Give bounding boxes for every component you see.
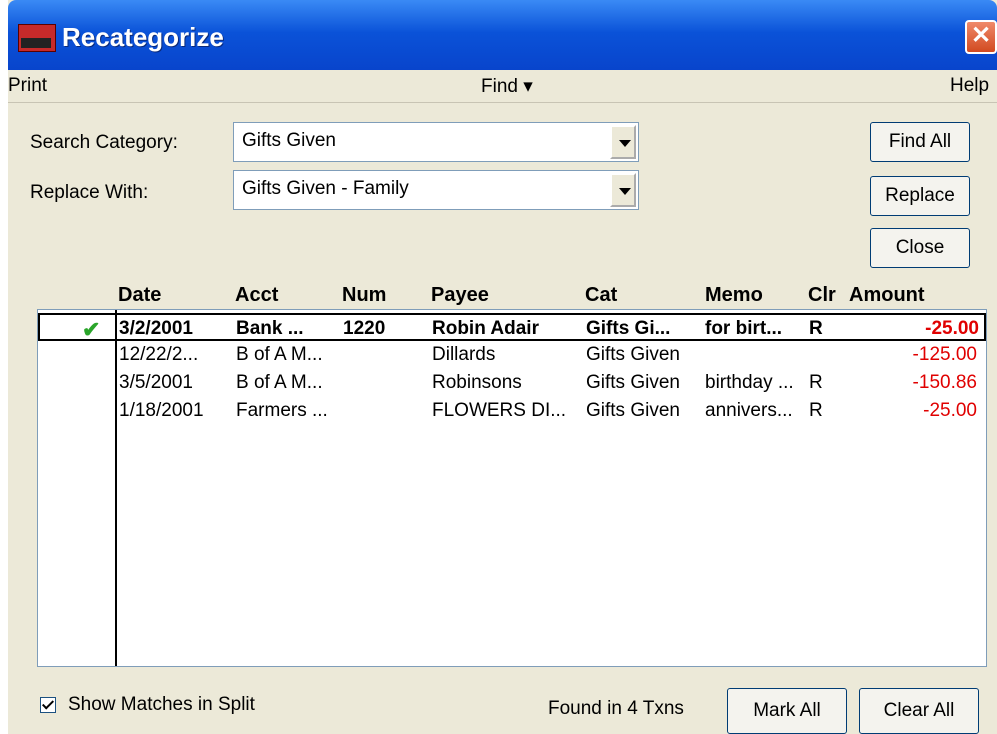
cell-clr: R — [809, 400, 823, 421]
column-payee[interactable]: Payee — [431, 284, 489, 307]
column-clr[interactable]: Clr — [808, 284, 836, 307]
cell-amount: -25.00 — [925, 318, 979, 339]
cell-clr: R — [809, 372, 823, 393]
column-date[interactable]: Date — [118, 284, 161, 307]
column-cat[interactable]: Cat — [585, 284, 617, 307]
clear-all-button[interactable]: Clear All — [859, 688, 979, 734]
cell-cat: Gifts Gi... — [586, 318, 671, 339]
replace-with-label: Replace With: — [30, 182, 149, 203]
cell-amount: -25.00 — [923, 400, 977, 421]
find-all-button[interactable]: Find All — [870, 122, 970, 162]
menu-bar: Print Find ▾ Help — [8, 70, 997, 103]
app-icon — [18, 24, 56, 52]
close-button[interactable]: Close — [870, 228, 970, 268]
cell-cat: Gifts Given — [586, 372, 680, 393]
cell-date: 3/2/2001 — [119, 318, 193, 339]
cell-acct: B of A M... — [236, 344, 323, 365]
column-acct[interactable]: Acct — [235, 284, 278, 307]
table-row[interactable]: 1/18/2001 Farmers ... FLOWERS DI... Gift… — [38, 397, 986, 425]
cell-acct: B of A M... — [236, 372, 323, 393]
cell-num: 1220 — [343, 318, 386, 339]
chevron-down-icon[interactable] — [610, 173, 636, 207]
column-memo[interactable]: Memo — [705, 284, 763, 307]
window-title: Recategorize — [62, 22, 224, 52]
cell-acct: Bank ... — [236, 318, 304, 339]
show-matches-checkbox[interactable] — [40, 697, 56, 713]
table-row[interactable]: ✔ 3/2/2001 Bank ... 1220 Robin Adair Gif… — [38, 313, 986, 343]
mark-all-button[interactable]: Mark All — [727, 688, 847, 734]
cell-cat: Gifts Given — [586, 344, 680, 365]
table-row[interactable]: 3/5/2001 B of A M... Robinsons Gifts Giv… — [38, 369, 986, 397]
menu-print[interactable]: Print — [8, 75, 47, 97]
search-category-value: Gifts Given — [242, 130, 336, 151]
check-icon[interactable]: ✔ — [82, 317, 100, 343]
cell-memo: annivers... — [705, 400, 793, 421]
cell-cat: Gifts Given — [586, 400, 680, 421]
cell-clr: R — [809, 318, 823, 339]
cell-date: 12/22/2... — [119, 344, 199, 365]
cell-memo: for birt... — [705, 318, 783, 339]
transactions-grid[interactable]: ✔ 3/2/2001 Bank ... 1220 Robin Adair Gif… — [37, 309, 987, 667]
replace-button[interactable]: Replace — [870, 176, 970, 216]
cell-amount: -150.86 — [912, 372, 977, 393]
replace-with-value: Gifts Given - Family — [242, 178, 409, 199]
cell-date: 1/18/2001 — [119, 400, 204, 421]
close-window-button[interactable]: ✕ — [965, 20, 997, 54]
search-category-label: Search Category: — [30, 132, 178, 153]
table-row[interactable]: 12/22/2... B of A M... Dillards Gifts Gi… — [38, 341, 986, 369]
cell-payee: Dillards — [432, 344, 496, 365]
chevron-down-icon[interactable] — [610, 125, 636, 159]
cell-acct: Farmers ... — [236, 400, 328, 421]
cell-memo: birthday ... — [705, 372, 794, 393]
cell-date: 3/5/2001 — [119, 372, 193, 393]
recategorize-window: Recategorize ✕ Print Find ▾ Help Search … — [8, 0, 997, 734]
column-num[interactable]: Num — [342, 284, 386, 307]
show-matches-label: Show Matches in Split — [68, 694, 255, 715]
menu-help[interactable]: Help — [950, 75, 989, 97]
cell-payee: Robinsons — [432, 372, 522, 393]
search-category-dropdown[interactable]: Gifts Given — [233, 122, 639, 162]
cell-amount: -125.00 — [912, 344, 977, 365]
cell-payee: Robin Adair — [432, 318, 539, 339]
grid-header: Date Acct Num Payee Cat Memo Clr Amount — [45, 280, 987, 310]
column-amount[interactable]: Amount — [849, 284, 925, 307]
found-count-text: Found in 4 Txns — [548, 698, 684, 719]
menu-find[interactable]: Find ▾ — [481, 75, 533, 98]
cell-payee: FLOWERS DI... — [432, 400, 567, 421]
replace-with-dropdown[interactable]: Gifts Given - Family — [233, 170, 639, 210]
